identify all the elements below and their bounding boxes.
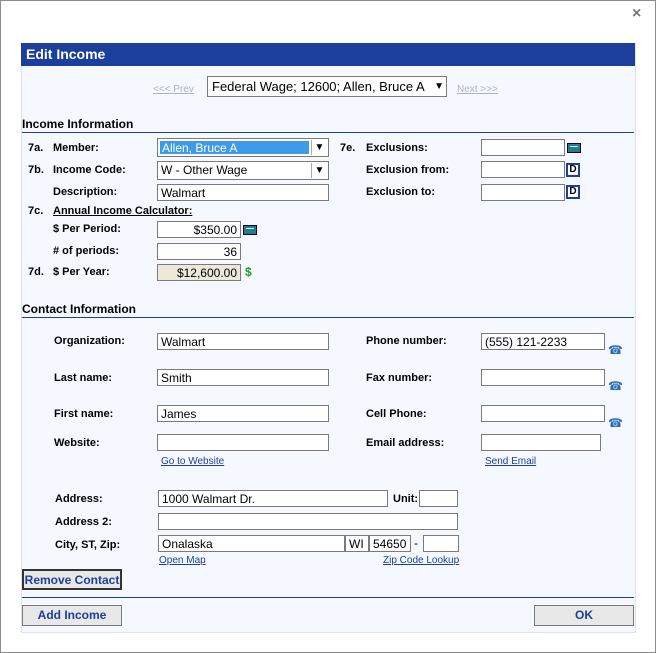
member-number: 7a.: [28, 142, 44, 154]
address-input[interactable]: 1000 Walmart Dr.: [158, 490, 388, 507]
fax-label: Fax number:: [366, 372, 433, 384]
income-code-number: 7b.: [28, 164, 44, 176]
city-state-zip-label: City, ST, Zip:: [55, 539, 121, 551]
last-name-label: Last name:: [54, 372, 113, 384]
ok-button[interactable]: OK: [534, 605, 634, 626]
first-name-input[interactable]: James: [157, 405, 329, 422]
income-section-title: Income Information: [22, 117, 134, 131]
address2-input[interactable]: [158, 513, 458, 530]
exclusions-label: Exclusions:: [366, 142, 428, 154]
per-year-label: $ Per Year:: [53, 266, 110, 278]
member-label: Member:: [53, 142, 99, 154]
next-link[interactable]: Next >>>: [457, 84, 498, 95]
cell-phone-label: Cell Phone:: [366, 408, 427, 420]
email-input[interactable]: [481, 434, 601, 451]
calculator-number: 7c.: [28, 205, 44, 217]
phone-label: Phone number:: [366, 335, 447, 347]
contact-section-title: Contact Information: [22, 302, 136, 316]
unit-label: Unit:: [393, 493, 419, 505]
income-section-divider: [22, 132, 634, 133]
state-input[interactable]: WI: [345, 535, 369, 552]
income-code-value: W - Other Wage: [161, 163, 248, 177]
city-input[interactable]: Onalaska: [158, 535, 345, 552]
per-year-value: $12,600.00: [157, 264, 241, 281]
dollar-icon[interactable]: $: [245, 265, 252, 279]
exclusions-number: 7e.: [340, 142, 356, 154]
calculator-icon[interactable]: [243, 225, 257, 235]
exclusion-to-label: Exclusion to:: [366, 186, 436, 198]
website-label: Website:: [54, 437, 100, 449]
close-icon[interactable]: ×: [632, 6, 641, 22]
record-select-value: Federal Wage; 12600; Allen, Bruce A: [212, 79, 425, 94]
per-year-number: 7d.: [28, 266, 44, 278]
chevron-down-icon: ▼: [311, 163, 327, 178]
contact-section-divider: [22, 317, 634, 318]
date-picker-icon[interactable]: D: [566, 163, 580, 177]
description-label: Description:: [53, 186, 118, 198]
calculator-icon[interactable]: [567, 143, 581, 153]
zip-input[interactable]: 54650: [369, 535, 411, 552]
organization-label: Organization:: [54, 335, 125, 347]
open-map-link[interactable]: Open Map: [159, 555, 206, 566]
exclusion-from-input[interactable]: [481, 161, 565, 178]
unit-input[interactable]: [419, 490, 458, 507]
per-period-label: $ Per Period:: [53, 223, 121, 235]
phone-icon[interactable]: ☎: [608, 416, 623, 430]
dialog-title-bar: Edit Income: [21, 43, 635, 66]
phone-icon[interactable]: ☎: [608, 343, 623, 357]
zip4-input[interactable]: [423, 535, 459, 552]
exclusions-input[interactable]: [481, 139, 565, 156]
cell-phone-input[interactable]: [481, 405, 605, 422]
record-select[interactable]: Federal Wage; 12600; Allen, Bruce A ▼: [207, 76, 447, 97]
periods-label: # of periods:: [53, 245, 120, 257]
prev-link[interactable]: <<< Prev: [153, 84, 194, 95]
phone-icon[interactable]: ☎: [608, 379, 623, 393]
income-code-label: Income Code:: [53, 164, 126, 176]
add-income-button[interactable]: Add Income: [22, 605, 122, 626]
footer-divider: [22, 597, 634, 598]
dialog-title: Edit Income: [26, 46, 106, 62]
member-select-value: Allen, Bruce A: [160, 141, 309, 155]
address2-label: Address 2:: [55, 516, 112, 528]
fax-input[interactable]: [481, 369, 605, 386]
chevron-down-icon: ▼: [434, 81, 444, 92]
member-select[interactable]: Allen, Bruce A ▼: [157, 138, 329, 157]
date-picker-icon[interactable]: D: [566, 185, 580, 199]
address-label: Address:: [55, 493, 103, 505]
income-code-select[interactable]: W - Other Wage ▼: [157, 161, 329, 180]
per-period-input[interactable]: $350.00: [157, 221, 241, 238]
email-label: Email address:: [366, 437, 445, 449]
phone-input[interactable]: (555) 121-2233: [481, 333, 605, 350]
description-input[interactable]: Walmart: [157, 184, 329, 201]
exclusion-from-label: Exclusion from:: [366, 164, 450, 176]
remove-contact-button[interactable]: Remove Contact: [22, 569, 122, 590]
zip-lookup-link[interactable]: Zip Code Lookup: [383, 555, 459, 566]
chevron-down-icon: ▼: [311, 140, 327, 155]
send-email-link[interactable]: Send Email: [485, 456, 536, 467]
first-name-label: First name:: [54, 408, 114, 420]
exclusion-to-input[interactable]: [481, 184, 565, 201]
last-name-input[interactable]: Smith: [157, 369, 329, 386]
calculator-label: Annual Income Calculator:: [53, 205, 193, 217]
go-to-website-link[interactable]: Go to Website: [161, 456, 224, 467]
periods-input[interactable]: 36: [157, 243, 241, 260]
zip-separator: -: [414, 536, 418, 550]
website-input[interactable]: [157, 434, 329, 451]
organization-input[interactable]: Walmart: [157, 333, 329, 350]
